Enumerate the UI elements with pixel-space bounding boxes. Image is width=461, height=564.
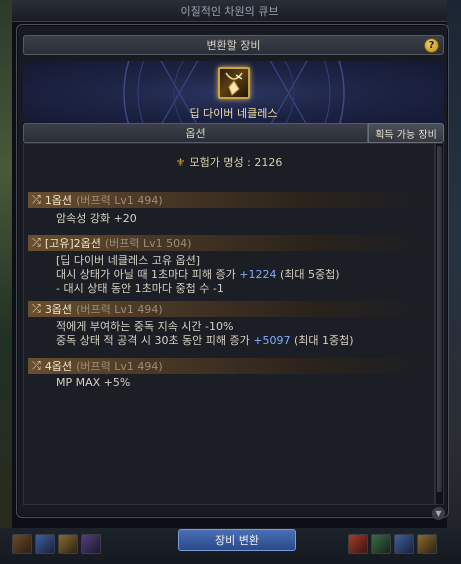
hotbar-slot[interactable] [371,534,391,554]
crest-icon: ⚜ [175,156,186,169]
option-line: 암속성 강화 +20 [56,210,137,226]
window-title: 이질적인 차원의 큐브 [180,4,279,18]
option-meta: (버프력 Lv1 494) [76,303,163,316]
question-icon: ? [428,40,435,51]
option-title: 3옵션 [44,303,73,316]
hotbar-right [348,534,437,556]
options-panel: ⚜ 모험가 명성 : 2126 ⤮ 1옵션 (버프력 Lv1 494) 암속성 강… [23,143,435,505]
shuffle-icon: ⤮ [32,236,41,249]
option-header-3: ⤮ 3옵션 (버프력 Lv1 494) [28,301,432,317]
hotbar-slot[interactable] [417,534,437,554]
equipment-slot-area: 딥 다이버 네클레스 [23,61,444,125]
game-background-left [0,0,12,564]
hotbar-slot[interactable] [394,534,414,554]
option-line: - 대시 상태 동안 1초마다 중첩 수 -1 [56,280,224,296]
scrollbar-thumb[interactable] [437,146,442,492]
option-text: 암속성 강화 +20 [56,212,137,225]
convert-button-label: 장비 변환 [215,534,259,547]
convert-equipment-button[interactable]: 장비 변환 [178,529,296,551]
necklace-icon[interactable] [217,67,250,99]
convert-section-header: 변환할 장비 ? [23,35,444,55]
fame-label: 모험가 명성 : 2126 [189,156,283,169]
option-header-4: ⤮ 4옵션 (버프력 Lv1 494) [28,358,432,374]
options-scrollbar[interactable]: ▼ [432,143,445,520]
option-text: 중독 상태 적 공격 시 30초 동안 피해 증가 [56,334,254,347]
hotbar-slot[interactable] [348,534,368,554]
cube-window: 변환할 장비 ? 딥 다이버 네클레스 옵션 획득 가능 장비 ⚜ 모험가 명성… [16,24,449,520]
hotbar-left [12,534,101,556]
game-background-right [447,0,461,564]
option-text: (최대 5중첩) [276,268,340,281]
tab-row: 옵션 획득 가능 장비 [23,123,444,143]
option-meta: (버프력 Lv1 494) [76,194,163,207]
option-line: MP MAX +5% [56,376,130,389]
option-title: 4옵션 [44,360,73,373]
option-meta: (버프력 Lv1 504) [104,237,192,250]
option-value: +1224 [239,268,277,281]
option-value: +5097 [253,334,291,347]
option-header-2: ⤮ [고유]2옵션 (버프력 Lv1 504) [28,235,432,251]
option-text: - 대시 상태 동안 1초마다 중첩 수 -1 [56,282,224,295]
option-meta: (버프력 Lv1 494) [76,360,163,373]
shuffle-icon: ⤮ [32,302,41,315]
scroll-down-icon[interactable]: ▼ [432,507,445,520]
help-button[interactable]: ? [424,38,439,53]
tab-acquirable-equipment[interactable]: 획득 가능 장비 [368,123,444,143]
shuffle-icon: ⤮ [32,359,41,372]
option-title: 1옵션 [44,194,73,207]
tab-options[interactable]: 옵션 [23,123,368,143]
option-line: 중독 상태 적 공격 시 30초 동안 피해 증가 +5097 (최대 1중첩) [56,332,354,348]
adventurer-fame: ⚜ 모험가 명성 : 2126 [24,154,434,170]
shuffle-icon: ⤮ [32,193,41,206]
hotbar-slot[interactable] [58,534,78,554]
option-text: MP MAX +5% [56,376,131,389]
tab-options-label: 옵션 [185,127,206,140]
window-title-bar[interactable]: 이질적인 차원의 큐브 [12,0,447,22]
convert-section-title: 변환할 장비 [206,39,261,52]
hotbar-slot[interactable] [12,534,32,554]
tab-acquire-label: 획득 가능 장비 [375,129,437,141]
hotbar-slot[interactable] [35,534,55,554]
option-header-1: ⤮ 1옵션 (버프력 Lv1 494) [28,192,432,208]
hotbar-slot[interactable] [81,534,101,554]
option-text: (최대 1중첩) [290,334,354,347]
equipment-name: 딥 다이버 네클레스 [189,107,278,120]
option-title: [고유]2옵션 [44,237,101,250]
